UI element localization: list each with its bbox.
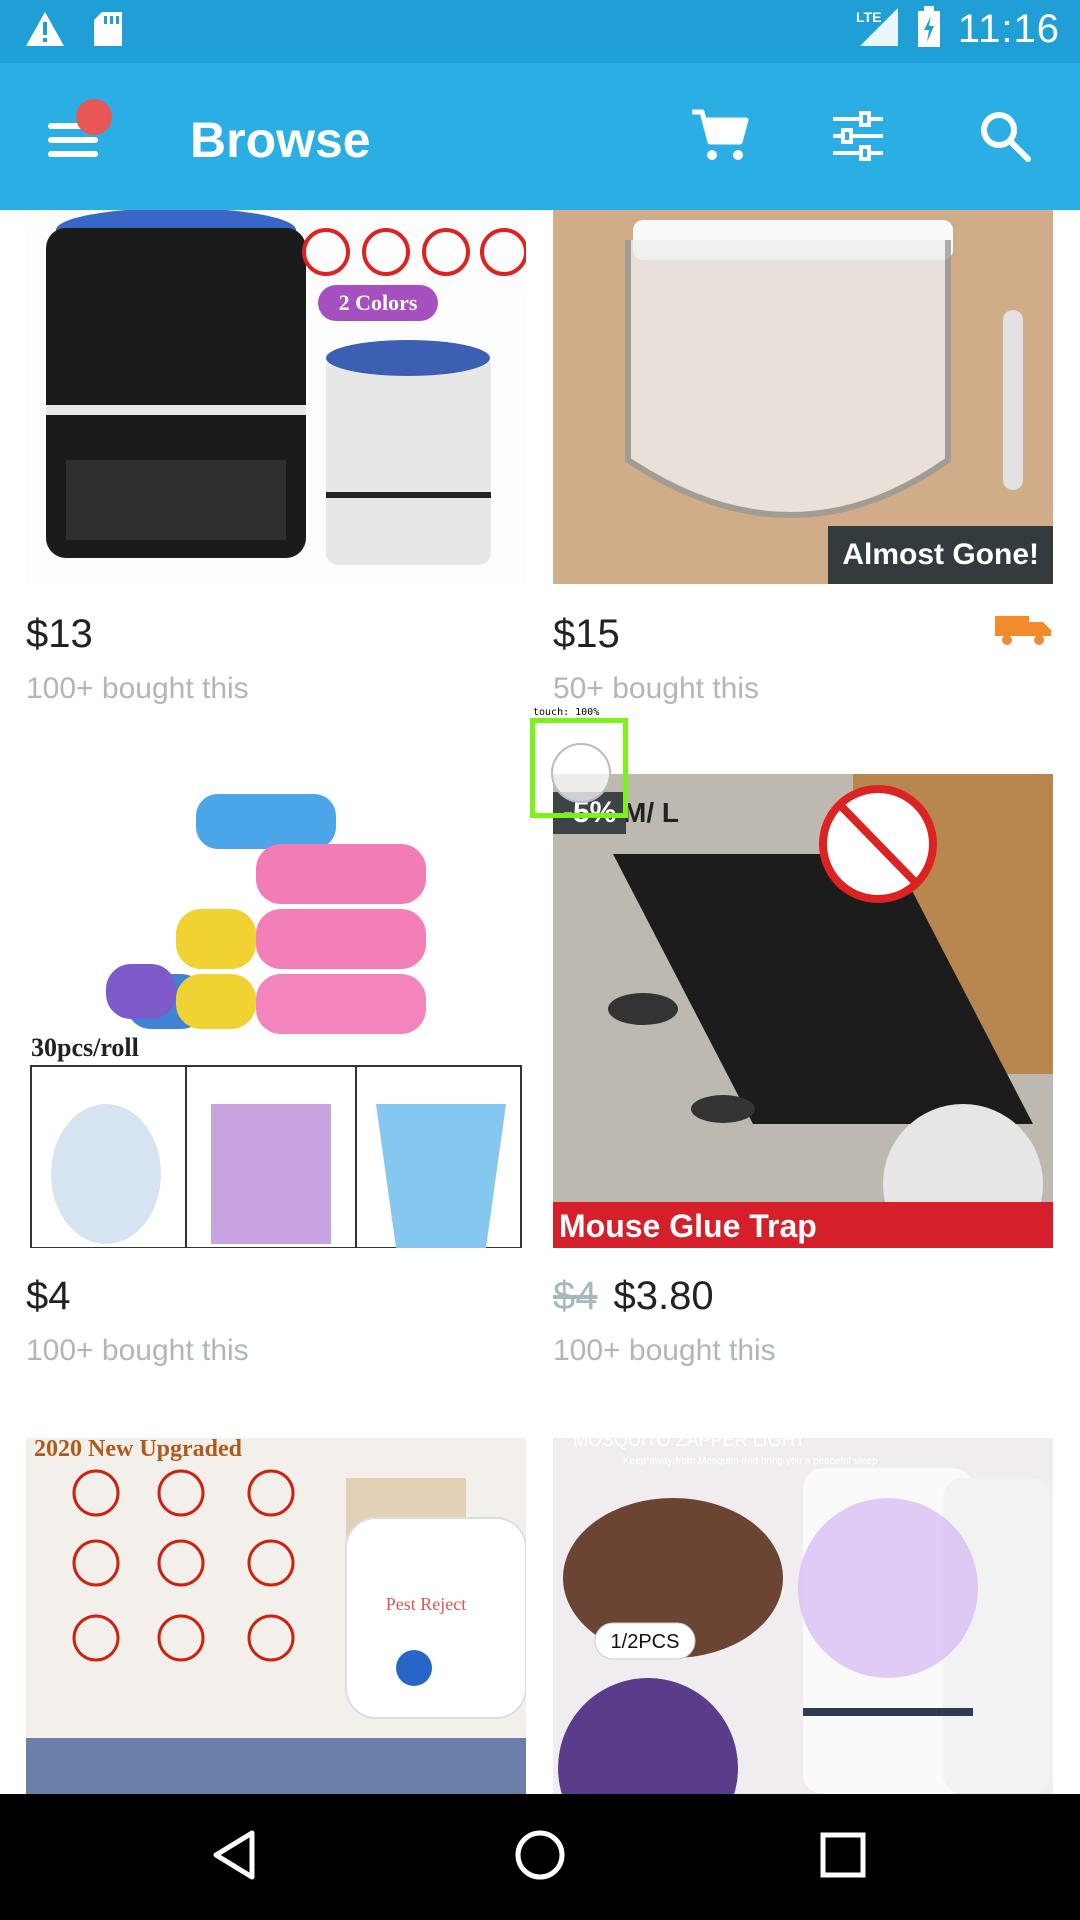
svg-text:LTE: LTE [856,9,881,25]
purchase-count: 100+ bought this [26,672,249,705]
search-icon [978,109,1032,168]
touch-indicator [530,718,628,818]
system-nav-bar [0,1794,1080,1920]
svg-text:30pcs/roll: 30pcs/roll [31,1033,139,1062]
product-price: $4 [26,1274,71,1318]
product-image[interactable]: Mouse Glue Trap M/ L -5% [553,774,1053,1248]
product-price: $13 [26,612,93,656]
product-price: $3.80 [613,1274,714,1318]
product-image[interactable]: 30pcs/roll [26,774,526,1248]
search-button[interactable] [970,103,1040,173]
product-grid: 2 Colors $13 100+ bought this Almost Gon… [0,210,1080,1794]
original-price: $4 [553,1274,598,1318]
svg-text:1/2PCS: 1/2PCS [611,1631,680,1653]
filter-button[interactable] [823,103,893,173]
menu-button[interactable] [40,99,112,173]
cart-icon [690,108,750,169]
truck-icon [995,612,1053,646]
svg-text:2020 New Upgraded: 2020 New Upgraded [34,1438,243,1462]
purchase-count: 50+ bought this [553,672,760,705]
purchase-count: 100+ bought this [553,1334,776,1367]
svg-text:2 Colors: 2 Colors [339,290,418,315]
purchase-count: 100+ bought this [26,1334,249,1367]
recents-icon [819,1831,867,1884]
almost-gone-badge: Almost Gone! [828,526,1053,584]
filter-icon [831,110,885,166]
product-image[interactable]: Almost Gone! [553,210,1053,584]
svg-text:M/ L: M/ L [623,797,679,828]
clock: 11:16 [957,7,1060,51]
warning-icon [24,10,66,53]
svg-text:MOSQUITO ZAPPER LIGHT: MOSQUITO ZAPPER LIGHT [573,1438,806,1450]
sd-card-icon [92,10,124,53]
home-icon [513,1828,567,1887]
page-title: Browse [190,112,371,168]
battery-icon [916,6,942,53]
svg-text:Pest Reject: Pest Reject [386,1594,466,1614]
product-image[interactable]: 2020 New Upgraded Pest Reject [26,1438,526,1794]
svg-text:Keep away from Mosquito and br: Keep away from Mosquito and bring you a … [623,1456,878,1467]
svg-text:Mouse Glue Trap: Mouse Glue Trap [559,1208,817,1244]
status-bar: LTE 11:16 [0,0,1080,63]
back-button[interactable] [200,1822,270,1892]
product-price: $15 [553,612,620,656]
home-button[interactable] [505,1822,575,1892]
cart-button[interactable] [685,103,755,173]
touch-indicator-label: touch: 100% [533,707,600,718]
lte-signal-icon: LTE [854,6,900,53]
back-icon [210,1829,260,1886]
product-image[interactable]: 2 Colors [26,210,526,584]
recents-button[interactable] [808,1822,878,1892]
notification-dot [76,99,112,135]
app-bar: Browse [0,63,1080,210]
product-image[interactable]: MOSQUITO ZAPPER LIGHT Keep away from Mos… [553,1438,1053,1794]
